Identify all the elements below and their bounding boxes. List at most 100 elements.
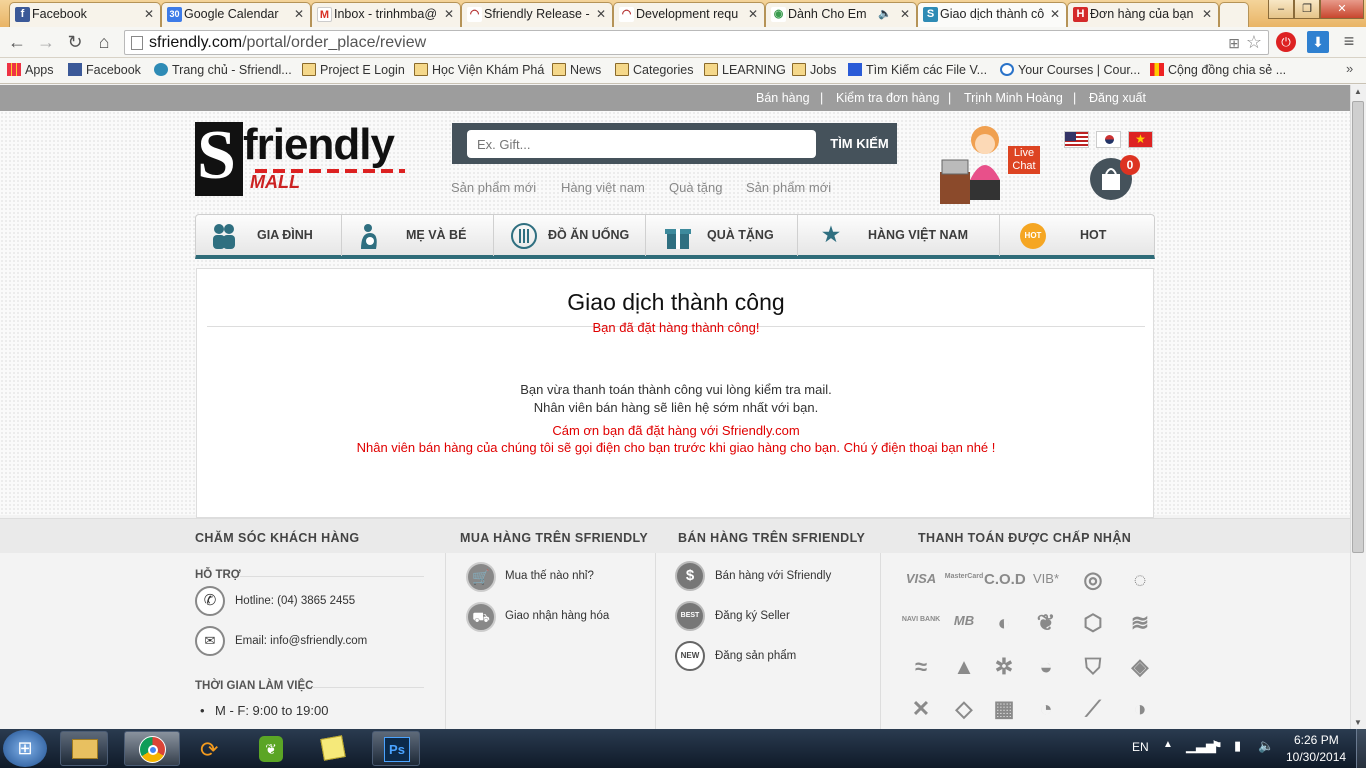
logo-s: S (197, 117, 236, 194)
hotline-text: Hotline: (04) 3865 2455 (235, 595, 356, 607)
us-flag-icon[interactable] (1064, 131, 1089, 148)
new-tab-button[interactable] (1219, 2, 1249, 27)
tab-giao-dich-active[interactable]: S Giao dịch thành cô ✕ (917, 2, 1067, 27)
bookmark-hoc-vien[interactable]: Học Viện Khám Phá (414, 63, 544, 77)
start-button[interactable]: ⊞ (3, 730, 47, 767)
tab-danh-cho-em[interactable]: ◉ Dành Cho Em 🔈 ✕ (765, 2, 917, 27)
bookmark-facebook[interactable]: Facebook (68, 63, 141, 77)
star-icon: ★ (822, 224, 840, 246)
tab-gmail-inbox[interactable]: M Inbox - trinhmba@ ✕ (311, 2, 461, 27)
korea-flag-icon[interactable] (1096, 131, 1121, 148)
volume-icon[interactable]: 🔈 (1258, 738, 1274, 754)
clock-date[interactable]: 10/30/2014 (1286, 750, 1346, 764)
delivery-link[interactable]: Giao nhận hàng hóa (505, 610, 609, 622)
close-icon[interactable]: ✕ (748, 3, 758, 25)
nav-gia-dinh[interactable]: GIA ĐÌNH (196, 215, 342, 256)
scroll-up-arrow-icon[interactable]: ▲ (1354, 87, 1362, 96)
tab-don-hang[interactable]: H Đơn hàng của bạn ✕ (1067, 2, 1219, 27)
bookmark-learning[interactable]: LEARNING (704, 63, 786, 77)
tab-google-calendar[interactable]: 30 Google Calendar ✕ (161, 2, 311, 27)
clock-time[interactable]: 6:26 PM (1294, 733, 1339, 747)
language-indicator[interactable]: EN (1132, 740, 1149, 754)
sub-link-new-products-2[interactable]: Sản phẩm mới (746, 180, 831, 195)
taskbar-network-app[interactable]: ⟳ (188, 731, 236, 766)
bookmark-tim-kiem[interactable]: Tìm Kiếm các File V... (848, 63, 987, 77)
network-icon: ⟳ (200, 737, 219, 762)
bank-logo-icon: ⬡ (1083, 610, 1103, 635)
bookmark-news[interactable]: News (552, 63, 601, 77)
bookmark-coursera[interactable]: Your Courses | Cour... (1000, 63, 1140, 77)
close-icon[interactable]: ✕ (596, 3, 606, 25)
logout-link[interactable]: Đăng xuất (1089, 91, 1146, 105)
address-bar[interactable]: sfriendly.com/portal/order_place/review … (124, 30, 1269, 55)
folder-icon (792, 63, 806, 76)
scrollbar-thumb[interactable] (1352, 101, 1364, 553)
close-icon[interactable]: ✕ (1050, 3, 1060, 25)
check-order-link[interactable]: Kiểm tra đơn hàng (836, 91, 939, 105)
nav-hang-viet-nam[interactable]: ★ HÀNG VIỆT NAM (798, 215, 1000, 256)
search-input[interactable] (467, 130, 816, 158)
translate-icon[interactable]: ⊞ (1228, 32, 1240, 55)
vietnam-flag-icon[interactable]: ★ (1128, 131, 1153, 148)
sub-link-vietnam-goods[interactable]: Hàng việt nam (561, 180, 645, 195)
close-window-button[interactable]: ✕ (1320, 0, 1364, 19)
minimize-button[interactable]: – (1268, 0, 1294, 19)
close-icon[interactable]: ✕ (294, 3, 304, 25)
redmine-icon: ◠ (467, 7, 482, 22)
scroll-down-arrow-icon[interactable]: ▼ (1354, 718, 1362, 727)
sfriendly-logo[interactable]: S friendly MALL (195, 117, 408, 196)
chart-icon (1150, 63, 1164, 76)
taskbar-chrome[interactable] (124, 731, 180, 766)
sub-link-gifts[interactable]: Quà tặng (669, 180, 723, 195)
footer-heading-payment: THANH TOÁN ĐƯỢC CHẤP NHẬN (918, 531, 1132, 545)
user-name-link[interactable]: Trịnh Minh Hoàng (964, 91, 1063, 105)
live-chat-widget[interactable]: Live Chat (940, 120, 1040, 205)
search-button[interactable]: TÌM KIẾM (822, 123, 897, 164)
show-hidden-icons-icon[interactable]: ▲ (1163, 739, 1173, 750)
sell-link[interactable]: Bán hàng (756, 91, 810, 105)
show-desktop-button[interactable] (1356, 729, 1366, 768)
bookmark-project-e[interactable]: Project E Login (302, 63, 405, 77)
apps-icon (7, 63, 21, 76)
reload-icon[interactable]: ↻ (64, 31, 86, 53)
bookmark-jobs[interactable]: Jobs (792, 63, 836, 77)
battery-icon[interactable]: ▮ (1234, 738, 1241, 754)
more-bookmarks-icon[interactable]: » (1346, 61, 1353, 76)
delivery-truck-icon: ⛟ (466, 602, 496, 632)
separator: | (948, 91, 952, 105)
tab-facebook[interactable]: f Facebook ✕ (9, 2, 161, 27)
register-seller-link[interactable]: Đăng ký Seller (715, 610, 790, 622)
bookmark-trang-chu[interactable]: Trang chủ - Sfriendl... (154, 63, 292, 77)
home-icon[interactable]: ⌂ (93, 31, 115, 53)
taskbar-explorer[interactable] (60, 731, 108, 766)
lastpass-icon[interactable]: ⏻ (1276, 32, 1296, 52)
bookmark-categories[interactable]: Categories (615, 63, 693, 77)
bookmark-star-icon[interactable]: ☆ (1246, 31, 1262, 54)
download-icon[interactable]: ⬇ (1307, 31, 1329, 53)
taskbar-evernote[interactable]: ❦ (247, 731, 295, 766)
close-icon[interactable]: ✕ (1202, 3, 1212, 25)
taskbar-photoshop[interactable]: Ps (372, 731, 420, 766)
how-to-buy-link[interactable]: Mua thế nào nhỉ? (505, 570, 594, 582)
bookmark-cong-dong[interactable]: Cộng đồng chia sẻ ... (1150, 63, 1286, 77)
forward-arrow-icon[interactable]: → (35, 31, 57, 53)
sell-with-sfriendly-link[interactable]: Bán hàng với Sfriendly (715, 570, 831, 582)
bookmark-apps[interactable]: Apps (7, 63, 54, 77)
nav-qua-tang[interactable]: QUÀ TẶNG (646, 215, 798, 256)
flag-icon[interactable]: ⚑ (1211, 738, 1223, 754)
maximize-button[interactable]: ❐ (1294, 0, 1320, 19)
close-icon[interactable]: ✕ (144, 3, 154, 25)
close-icon[interactable]: ✕ (900, 3, 910, 25)
tab-sfriendly-release[interactable]: ◠ Sfriendly Release - ✕ (461, 2, 613, 27)
nav-hot[interactable]: HOT HOT (1000, 215, 1154, 256)
close-icon[interactable]: ✕ (444, 3, 454, 25)
back-arrow-icon[interactable]: ← (6, 31, 28, 53)
tab-development-requests[interactable]: ◠ Development requ ✕ (613, 2, 765, 27)
nav-do-an-uong[interactable]: ĐỒ ĂN UỐNG (494, 215, 646, 256)
post-product-link[interactable]: Đăng sản phẩm (715, 650, 796, 662)
nav-me-va-be[interactable]: MẸ VÀ BÉ (342, 215, 494, 256)
sub-link-new-products[interactable]: Sản phẩm mới (451, 180, 536, 195)
taskbar-sticky-notes[interactable] (310, 731, 358, 766)
email-text[interactable]: Email: info@sfriendly.com (235, 635, 367, 647)
menu-icon[interactable]: ≡ (1338, 31, 1360, 53)
